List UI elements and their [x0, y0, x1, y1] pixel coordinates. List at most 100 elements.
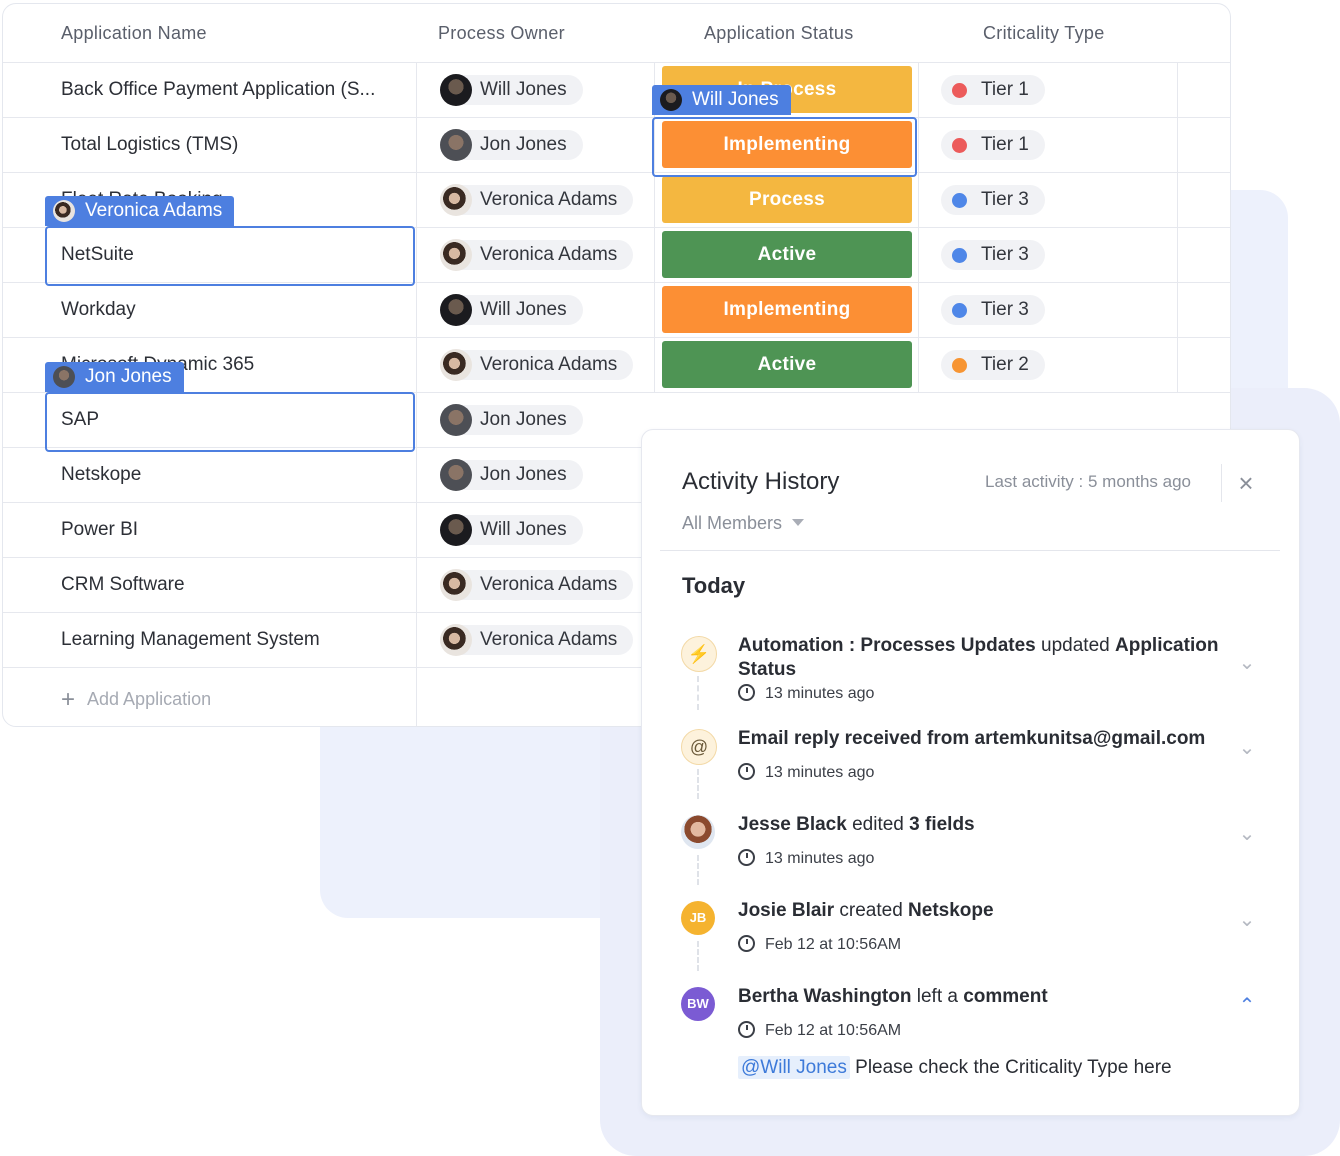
panel-title: Activity History	[682, 468, 840, 495]
tier-dot	[952, 138, 967, 153]
header-criticality-type[interactable]: Criticality Type	[983, 4, 1105, 62]
activity-text: Email reply received from artemkunitsa@g…	[738, 728, 1206, 749]
collaborator-name: Jon Jones	[85, 366, 172, 387]
avatar-veronica	[440, 569, 472, 601]
avatar-initials: JB	[681, 901, 715, 935]
owner-name: Veronica Adams	[480, 574, 618, 595]
tier-chip[interactable]: Tier 3	[941, 185, 1045, 215]
activity-text: Jesse Black edited 3 fields	[738, 814, 975, 835]
at-sign-icon: @	[681, 729, 717, 765]
header-application-status[interactable]: Application Status	[704, 4, 854, 62]
collaborator-edit-box	[45, 392, 415, 452]
owner-chip[interactable]: Will Jones	[440, 514, 583, 546]
table-row[interactable]: Back Office Payment Application (S... Wi…	[3, 62, 1230, 118]
collaborator-edit-box	[45, 226, 415, 286]
activity-history-panel: Activity History Last activity : 5 month…	[641, 429, 1300, 1116]
avatar-veronica	[440, 349, 472, 381]
avatar-jon	[440, 129, 472, 161]
avatar-veronica	[53, 200, 75, 222]
application-name[interactable]: Power BI	[61, 502, 138, 557]
owner-chip[interactable]: Jon Jones	[440, 459, 583, 491]
avatar-will	[660, 89, 682, 111]
owner-name: Veronica Adams	[480, 354, 618, 375]
tier-chip[interactable]: Tier 3	[941, 295, 1045, 325]
close-icon[interactable]: ×	[1235, 468, 1257, 498]
tier-dot	[952, 83, 967, 98]
header-process-owner[interactable]: Process Owner	[438, 4, 565, 62]
owner-name: Veronica Adams	[480, 629, 618, 650]
tier-label: Tier 1	[981, 79, 1029, 100]
owner-chip[interactable]: Veronica Adams	[440, 349, 634, 381]
status-badge[interactable]: Implementing	[662, 286, 912, 333]
clock-icon	[738, 1021, 755, 1038]
application-name[interactable]: Netskope	[61, 447, 141, 502]
application-name[interactable]: CRM Software	[61, 557, 185, 612]
chevron-down-icon[interactable]: ⌄	[1238, 824, 1256, 844]
table-row[interactable]: Total Logistics (TMS) Jon Jones Implemen…	[3, 117, 1230, 173]
tier-chip[interactable]: Tier 1	[941, 130, 1045, 160]
chevron-up-icon[interactable]: ⌃	[1238, 996, 1256, 1016]
activity-time: Feb 12 at 10:56AM	[738, 935, 901, 954]
tier-chip[interactable]: Tier 2	[941, 350, 1045, 380]
mention-link[interactable]: @Will Jones	[738, 1056, 850, 1079]
application-name[interactable]: Workday	[61, 282, 136, 337]
timeline-connector	[697, 941, 699, 971]
divider	[660, 550, 1280, 551]
activity-text: Josie Blair created Netskope	[738, 900, 994, 921]
tier-dot	[952, 358, 967, 373]
owner-chip[interactable]: Will Jones	[440, 74, 583, 106]
activity-text: Bertha Washington left a comment	[738, 986, 1048, 1007]
tier-label: Tier 2	[981, 354, 1029, 375]
table-row[interactable]: Workday Will Jones Implementing Tier 3	[3, 282, 1230, 338]
members-filter-dropdown[interactable]: All Members	[682, 513, 805, 534]
status-badge[interactable]: Process	[662, 176, 912, 223]
chevron-down-icon[interactable]: ⌄	[1238, 738, 1256, 758]
timeline-connector	[697, 676, 699, 710]
application-name[interactable]: Total Logistics (TMS)	[61, 117, 238, 172]
activity-text: Automation : Processes Updates updated A…	[738, 635, 1219, 680]
lightning-icon: ⚡	[681, 636, 717, 672]
avatar-jon	[440, 459, 472, 491]
table-row[interactable]: Microsoft Dynamic 365 Veronica Adams Act…	[3, 337, 1230, 393]
owner-chip[interactable]: Jon Jones	[440, 404, 583, 436]
owner-name: Will Jones	[480, 519, 567, 540]
header-application-name[interactable]: Application Name	[61, 4, 207, 62]
owner-name: Will Jones	[480, 79, 567, 100]
activity-time: 13 minutes ago	[738, 763, 874, 782]
status-badge[interactable]: Active	[662, 341, 912, 388]
tier-dot	[952, 248, 967, 263]
collaborator-edit-box	[652, 117, 917, 177]
tier-chip[interactable]: Tier 3	[941, 240, 1045, 270]
application-name[interactable]: Learning Management System	[61, 612, 320, 667]
collaborator-tag-veronica: Veronica Adams	[45, 196, 235, 226]
owner-chip[interactable]: Veronica Adams	[440, 184, 634, 216]
owner-name: Jon Jones	[480, 134, 567, 155]
tier-label: Tier 1	[981, 134, 1029, 155]
avatar-will	[440, 514, 472, 546]
clock-icon	[738, 684, 755, 701]
tier-chip[interactable]: Tier 1	[941, 75, 1045, 105]
tier-label: Tier 3	[981, 244, 1029, 265]
add-application-button[interactable]: + Add Application	[61, 672, 212, 726]
owner-chip[interactable]: Veronica Adams	[440, 569, 634, 601]
clock-icon	[738, 849, 755, 866]
owner-chip[interactable]: Jon Jones	[440, 129, 583, 161]
activity-time: 13 minutes ago	[738, 684, 874, 703]
add-application-label: Add Application	[87, 689, 212, 709]
tier-dot	[952, 303, 967, 318]
owner-name: Jon Jones	[480, 464, 567, 485]
avatar-initials: BW	[681, 987, 715, 1021]
owner-chip[interactable]: Veronica Adams	[440, 239, 634, 271]
plus-icon: +	[61, 686, 76, 713]
comment-text: @Will Jones Please check the Criticality…	[738, 1056, 1172, 1079]
owner-chip[interactable]: Veronica Adams	[440, 624, 634, 656]
chevron-down-icon[interactable]: ⌄	[1238, 910, 1256, 930]
status-badge[interactable]: Active	[662, 231, 912, 278]
chevron-down-icon[interactable]: ⌄	[1238, 653, 1256, 673]
collaborator-tag-will: Will Jones	[652, 85, 791, 115]
clock-icon	[738, 935, 755, 952]
tier-label: Tier 3	[981, 299, 1029, 320]
application-name[interactable]: Back Office Payment Application (S...	[61, 62, 401, 117]
timeline-connector	[697, 855, 699, 885]
owner-chip[interactable]: Will Jones	[440, 294, 583, 326]
